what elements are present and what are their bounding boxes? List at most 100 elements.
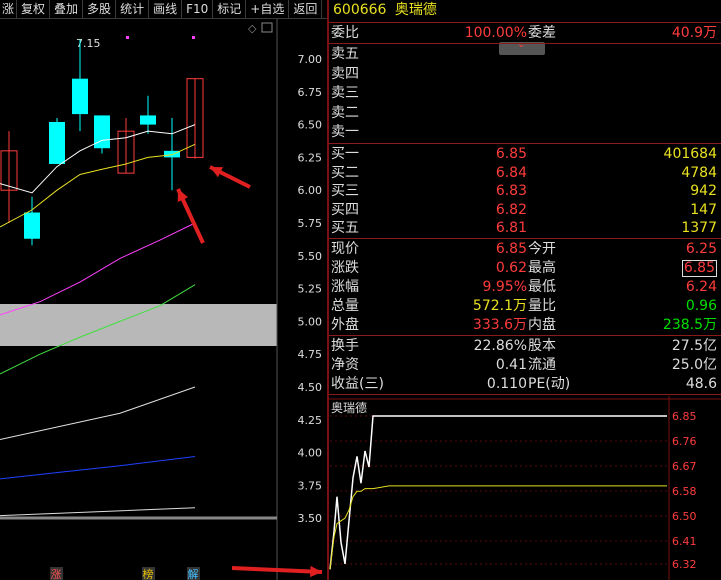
row-value-2: 6.25 — [685, 241, 717, 257]
intraday-tick: 6.67 — [672, 460, 697, 473]
row-value-2: 0.96 — [685, 298, 717, 314]
diamond-icon[interactable]: ◇ — [248, 22, 257, 35]
avg-price-line — [329, 485, 667, 570]
row-label: 总量 — [331, 298, 359, 314]
buy-level-row: 买三 6.83 942 — [331, 182, 721, 201]
toolbar-btn-7[interactable]: 标记 — [213, 0, 247, 18]
event-mark[interactable]: 涨 — [51, 568, 62, 580]
price-tick: 6.00 — [298, 184, 323, 197]
ma60-line — [0, 386, 196, 440]
intraday-tick: 6.41 — [672, 535, 697, 548]
price-tick: 6.75 — [298, 86, 323, 99]
candlestick[interactable] — [0, 131, 18, 223]
row-value: 6.85 — [495, 241, 527, 257]
ma250-line — [0, 507, 196, 517]
row-label-2: 今开 — [528, 241, 556, 257]
stat-row: 总量 572.1万 量比 0.96 — [331, 297, 721, 316]
candlestick[interactable] — [140, 95, 156, 134]
row-value-2: 6.24 — [685, 279, 717, 295]
stat-row: 外盘 333.6万 内盘 238.5万 — [331, 316, 721, 335]
price-tick: 5.75 — [298, 217, 323, 230]
row-label: 卖五 — [331, 46, 359, 62]
price-tick: 5.50 — [298, 250, 323, 263]
candlestick[interactable] — [164, 118, 180, 191]
buy-price: 6.81 — [495, 220, 527, 237]
buy-volume: 401684 — [663, 146, 717, 162]
stock-name: 奥瑞德 — [394, 2, 437, 18]
price-tick: 7.00 — [298, 53, 323, 66]
candlestick[interactable] — [72, 39, 88, 132]
stat-row: 现价 6.85 今开 6.25 — [331, 240, 721, 259]
row-value: 333.6万 — [472, 317, 527, 333]
row-label-2: PE(动) — [528, 376, 571, 392]
buy-price: 6.83 — [495, 183, 527, 200]
row-label: 卖三 — [331, 85, 359, 101]
buy-label: 买三 — [331, 183, 359, 200]
toolbar-btn-9[interactable]: 返回 — [289, 0, 323, 18]
kline-chart[interactable]: 7.00 6.75 6.50 6.25 6.00 5.75 5.50 5.25 5.00 4.75… — [0, 19, 327, 580]
toolbar-btn-1[interactable]: 复权 — [17, 0, 51, 18]
buy-price: 6.82 — [495, 201, 527, 218]
sell-level-row: 卖四 — [331, 65, 721, 84]
buy-volume: 942 — [690, 183, 717, 200]
buy-volume: 147 — [690, 201, 717, 218]
toolbar-btn-5[interactable]: 画线 — [149, 0, 183, 18]
sell-level-row: 卖一 — [331, 123, 721, 142]
row-value-2: 25.0亿 — [671, 357, 717, 373]
marker-dot — [192, 36, 195, 39]
price-tick: 3.75 — [298, 479, 323, 492]
candlestick[interactable] — [49, 118, 65, 164]
row-label: 涨跌 — [331, 260, 359, 276]
weicha-label: 委差 — [528, 25, 556, 41]
stock-header: 600666 奥瑞德 — [333, 1, 437, 20]
buy-volume: 4784 — [681, 164, 717, 181]
event-mark[interactable]: 解 — [188, 567, 199, 580]
candlestick[interactable] — [24, 196, 40, 246]
buy-label: 买一 — [331, 146, 359, 162]
marker-dot — [126, 36, 129, 39]
row-label-2: 股本 — [528, 338, 556, 354]
candlestick[interactable] — [94, 115, 110, 154]
row-value: 22.86% — [473, 338, 527, 354]
buy-price: 6.84 — [495, 164, 527, 181]
intraday-chart[interactable]: 6.85 6.76 6.67 6.58 6.50 6.41 6.32 奥瑞德 — [329, 396, 721, 580]
ma120-line — [0, 456, 196, 480]
toolbar-btn-3[interactable]: 多股 — [83, 0, 117, 18]
volume-band — [0, 304, 277, 346]
toolbar-btn-6[interactable]: F10 — [182, 0, 214, 18]
price-tick: 3.50 — [298, 512, 323, 525]
row-label-2: 最低 — [528, 279, 556, 295]
event-mark[interactable]: 榜 — [143, 567, 154, 580]
intraday-tick: 6.85 — [672, 410, 697, 423]
row-value: 0.62 — [495, 260, 527, 276]
price-tick: 6.25 — [298, 151, 323, 164]
buy-volume: 1377 — [681, 220, 717, 237]
row-label: 卖一 — [331, 124, 359, 140]
price-tick: 4.75 — [298, 348, 323, 361]
window-icon[interactable] — [261, 22, 273, 33]
row-value-2: 6.85 — [681, 260, 717, 277]
toolbar-btn-4[interactable]: 统计 — [116, 0, 150, 18]
stock-code: 600666 — [333, 2, 387, 18]
price-tick: 5.00 — [298, 315, 323, 328]
row-label-2: 流通 — [528, 357, 556, 373]
row-value: 572.1万 — [472, 298, 527, 314]
price-tick: 4.00 — [298, 447, 323, 460]
intraday-tick: 6.32 — [672, 558, 697, 571]
row-value: 0.41 — [495, 357, 527, 373]
intraday-tick: 6.58 — [672, 485, 697, 498]
buy-price: 6.85 — [495, 146, 527, 162]
row-value-2: 27.5亿 — [671, 338, 717, 354]
toolbar-btn-0[interactable]: 涨 — [0, 0, 18, 18]
intraday-tick: 6.50 — [672, 510, 697, 523]
row-label: 换手 — [331, 338, 359, 354]
row-value-2: 238.5万 — [662, 317, 717, 333]
toolbar-btn-8[interactable]: +自选 — [246, 0, 290, 18]
price-tick: 6.50 — [298, 119, 323, 132]
fundamental-row: 换手 22.86% 股本 27.5亿 — [331, 337, 721, 356]
row-label: 现价 — [331, 241, 359, 257]
toolbar-btn-2[interactable]: 叠加 — [50, 0, 84, 18]
row-label: 外盘 — [331, 317, 359, 333]
row-label-2: 内盘 — [528, 317, 556, 333]
stat-row: 涨跌 0.62 最高 6.85 — [331, 259, 721, 278]
